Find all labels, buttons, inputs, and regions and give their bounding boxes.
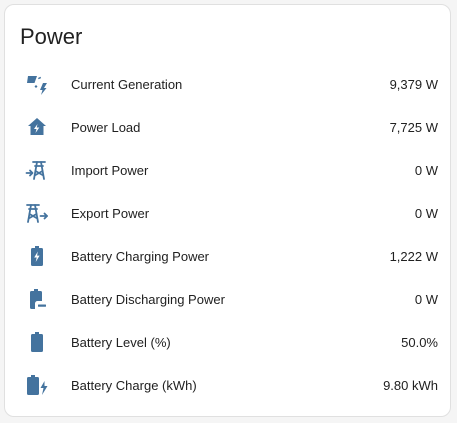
entity-label: Battery Discharging Power [71,292,225,307]
entity-row-battery-charging-power[interactable]: Battery Charging Power 1,222 W [5,235,450,278]
battery-charging-icon [25,244,49,268]
entity-value: 9,379 W [389,77,438,92]
entity-row-export-power[interactable]: Export Power 0 W [5,192,450,235]
entity-value: 7,725 W [389,120,438,135]
battery-minus-icon [25,287,49,311]
transmission-tower-export-icon [25,201,49,225]
home-lightning-icon [25,115,49,139]
entity-row-battery-charge[interactable]: Battery Charge (kWh) 9.80 kWh [5,364,450,407]
entity-row-current-generation[interactable]: Current Generation 9,379 W [5,63,450,106]
card-title: Power [20,24,83,49]
entity-label: Battery Level (%) [71,335,171,350]
entity-value: 0 W [414,292,438,307]
entity-value: 9.80 kWh [383,378,438,393]
solar-power-icon [25,72,49,96]
entity-label: Power Load [71,120,141,135]
entity-row-power-load[interactable]: Power Load 7,725 W [5,106,450,149]
entity-label: Current Generation [71,77,183,92]
power-card: Power Current Generation 9,379 W Power L… [4,4,451,417]
entity-value: 1,222 W [389,249,438,264]
entity-value: 0 W [414,206,438,221]
entity-row-battery-level[interactable]: Battery Level (%) 50.0% [5,321,450,364]
battery-icon [25,330,49,354]
entity-row-import-power[interactable]: Import Power 0 W [5,149,450,192]
entity-label: Battery Charge (kWh) [71,378,197,393]
battery-charging-high-icon [25,373,49,397]
entity-list: Current Generation 9,379 W Power Load 7,… [5,63,450,407]
entity-row-battery-discharging-power[interactable]: Battery Discharging Power 0 W [5,278,450,321]
entity-label: Import Power [71,163,149,178]
entity-label: Export Power [71,206,150,221]
transmission-tower-import-icon [25,158,49,182]
entity-value: 0 W [414,163,438,178]
entity-value: 50.0% [401,335,438,350]
entity-label: Battery Charging Power [71,249,210,264]
